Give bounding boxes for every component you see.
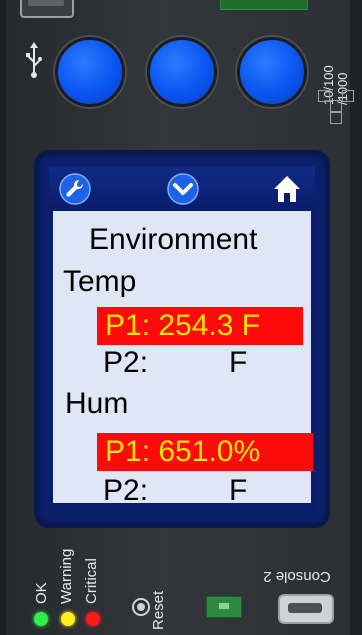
ok-label: OK	[33, 582, 50, 604]
hardware-button-3[interactable]	[237, 37, 307, 107]
warning-led	[61, 612, 75, 626]
temp-p1-alarm-value: P1: 254.3 F	[97, 307, 303, 345]
temp-p2-label: P2:	[103, 346, 149, 379]
hardware-button-1[interactable]	[55, 37, 125, 107]
critical-label: Critical	[83, 558, 100, 604]
ok-led	[34, 612, 48, 626]
chevron-down-icon[interactable]	[167, 173, 199, 205]
network-port-icon	[318, 86, 354, 126]
console-label: Console 2	[263, 568, 331, 585]
temp-p2-unit: F	[229, 346, 248, 379]
top-port-connector	[20, 0, 74, 18]
panel-edge-left	[0, 0, 6, 635]
hum-p1-alarm-value: P1: 651.0%	[97, 433, 313, 471]
environment-title: Environment	[89, 223, 258, 256]
hum-p2-unit: F	[229, 474, 248, 507]
console-port[interactable]	[278, 594, 334, 624]
temp-label: Temp	[63, 265, 137, 298]
critical-led	[86, 612, 100, 626]
pdu-device-panel: 10/100 /1000 Environment Temp P1: 254.3 …	[0, 0, 362, 635]
hum-p2-label: P2:	[103, 474, 149, 507]
top-green-connector	[220, 0, 308, 10]
port-square	[330, 100, 342, 112]
port-square	[318, 90, 330, 102]
lcd-top-bar	[49, 167, 315, 211]
reset-button[interactable]	[132, 598, 150, 616]
hum-label: Hum	[65, 387, 129, 420]
wrench-icon[interactable]	[59, 173, 91, 205]
green-connector-chip	[206, 596, 242, 618]
port-square	[330, 112, 342, 124]
lcd-display: Environment Temp P1: 254.3 F P2: F Hum P…	[37, 153, 327, 525]
usb-icon	[26, 42, 42, 78]
port-square	[342, 90, 354, 102]
hardware-button-2[interactable]	[147, 37, 217, 107]
lcd-content: Environment Temp P1: 254.3 F P2: F Hum P…	[53, 211, 313, 507]
home-icon[interactable]	[271, 173, 303, 205]
lcd-screen: Environment Temp P1: 254.3 F P2: F Hum P…	[49, 167, 315, 511]
reset-label: Reset	[150, 590, 167, 630]
warning-label: Warning	[58, 548, 75, 604]
